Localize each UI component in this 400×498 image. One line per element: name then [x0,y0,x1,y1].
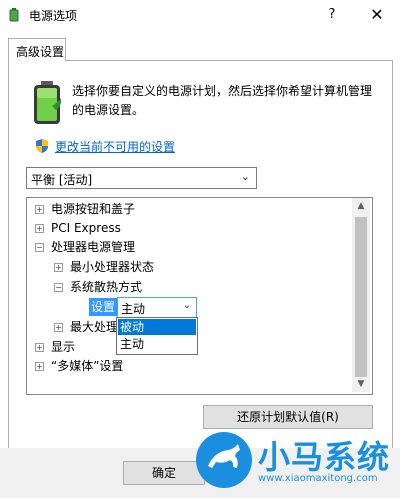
tab-advanced-settings[interactable]: 高级设置 [8,38,66,61]
tree-item-label: PCI Express [51,221,121,235]
collapse-icon[interactable]: − [54,283,63,292]
expand-icon[interactable]: + [35,205,44,214]
chevron-down-icon: ⌄ [240,170,250,183]
cooling-policy-select[interactable]: 主动 ⌄ [117,297,197,318]
expand-icon[interactable]: + [54,323,63,332]
scroll-up-arrow-icon[interactable]: ▲ [352,198,370,214]
dropdown-option-active[interactable]: 主动 [118,336,196,352]
expand-icon[interactable]: + [35,362,44,371]
help-button[interactable]: ? [318,4,346,26]
tree-item-label: “多媒体”设置 [51,359,124,373]
cooling-policy-value: 主动 [121,302,146,316]
collapse-icon[interactable]: − [35,243,44,252]
tree-item-label: 电源按钮和盖子 [51,202,136,216]
tree-item-label: 最大处理 [70,320,119,334]
dropdown-option-passive[interactable]: 被动 [118,319,196,335]
window-title: 电源选项 [29,9,78,23]
power-plan-select[interactable]: 平衡 [活动] ⌄ [26,167,257,189]
expand-icon[interactable]: + [35,224,44,233]
watermark-horse-logo [196,432,252,488]
ok-button[interactable]: 确定 [123,461,205,485]
battery-icon [30,80,64,126]
watermark-name: 小马系统 [258,438,391,476]
battery-app-icon [7,8,21,22]
scroll-down-arrow-icon[interactable]: ▼ [352,376,370,392]
tab-label: 高级设置 [16,45,65,59]
scrollbar-thumb[interactable] [355,217,367,377]
watermark-url: www.xiaomaxitong.com [258,473,378,484]
expand-icon[interactable]: + [54,263,63,272]
change-unavailable-settings-link[interactable]: 更改当前不可用的设置 [55,138,175,155]
tree-item-label: 最小处理器状态 [70,260,155,274]
chevron-down-icon: ⌄ [182,300,191,311]
description-text: 选择你要自定义的电源计划，然后选择你希望计算机管理的电源设置。 [72,84,373,117]
uac-shield-icon [34,138,50,154]
tree-item-label: 显示 [51,340,76,354]
expand-icon[interactable]: + [35,343,44,352]
settings-tree[interactable]: + 电源按钮和盖子 + PCI Express − 处理器电源管理 + 最小处理… [26,197,373,395]
tree-item-label: 系统散热方式 [70,280,143,294]
cooling-policy-dropdown: 被动 主动 [116,317,198,355]
tree-item-label: 处理器电源管理 [51,240,136,254]
restore-defaults-button[interactable]: 还原计划默认值(R) [203,405,373,429]
power-plan-value: 平衡 [活动] [31,173,93,187]
close-button[interactable]: ✕ [360,4,394,26]
